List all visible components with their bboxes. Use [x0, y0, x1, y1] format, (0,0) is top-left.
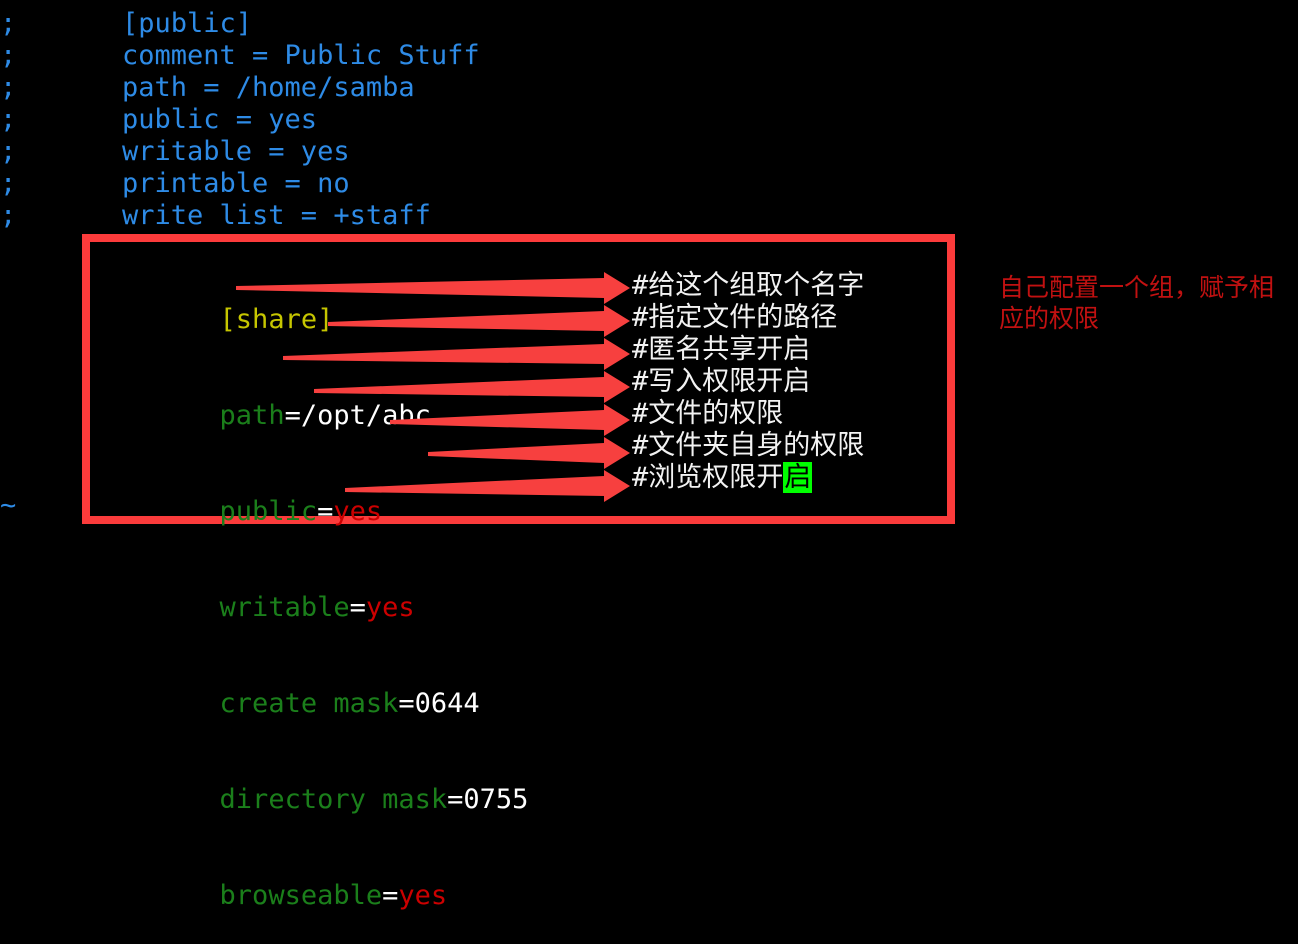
config-value: yes: [398, 880, 448, 911]
gutter-mark: ;: [0, 8, 17, 39]
config-line: writable = yes: [122, 136, 350, 167]
config-key: create mask: [219, 688, 399, 719]
hash-mark: #: [632, 398, 649, 429]
gutter-mark: ;: [0, 104, 17, 135]
gutter-mark: ;: [0, 72, 17, 103]
config-line: printable = no: [122, 168, 350, 199]
annotation-comment-text: 写入权限开启: [648, 366, 811, 397]
config-line: write list = +staff: [122, 200, 431, 231]
annotation-comment-text: 给这个组取个名字: [648, 270, 865, 301]
config-equals: =: [447, 784, 464, 815]
annotation-comment-text: 文件的权限: [648, 398, 784, 429]
annotation-comment: #写入权限开启: [632, 366, 864, 398]
config-equals: =: [349, 592, 366, 623]
config-value: yes: [333, 496, 383, 527]
gutter-mark: ;: [0, 200, 17, 231]
annotation-comment: #给这个组取个名字: [632, 270, 864, 302]
hash-mark: #: [632, 462, 649, 493]
side-note: 自己配置一个组，赋予相 应的权限: [999, 272, 1298, 334]
annotation-comment: #文件的权限: [632, 398, 864, 430]
gutter-mark: ;: [0, 168, 17, 199]
empty-line-marker: ~: [0, 490, 17, 521]
config-value: yes: [365, 592, 415, 623]
config-line-create-mask: create mask=0644: [122, 656, 528, 752]
annotation-comment-text: 指定文件的路径: [648, 302, 838, 333]
config-key: browseable: [219, 880, 383, 911]
config-value: 0755: [463, 784, 529, 815]
annotation-comment-text: 匿名共享开启: [648, 334, 811, 365]
config-key: public: [219, 496, 318, 527]
config-equals: =: [317, 496, 334, 527]
annotation-comment-text: 浏览权限开: [648, 462, 784, 493]
hash-mark: #: [632, 334, 649, 365]
annotation-comment-column: #给这个组取个名字 #指定文件的路径 #匿名共享开启 #写入权限开启 #文件的权…: [632, 270, 864, 494]
side-note-line: 应的权限: [999, 304, 1100, 333]
config-line: [public]: [122, 8, 253, 39]
config-value: /opt/abc: [300, 400, 431, 431]
hash-mark: #: [632, 270, 649, 301]
config-line: path = /home/samba: [122, 72, 415, 103]
config-line-share-section: [share]: [122, 272, 528, 368]
gutter-mark: ;: [0, 40, 17, 71]
commented-config-block: [public] comment = Public Stuff path = /…: [122, 8, 480, 232]
annotation-comment: #浏览权限开启: [632, 462, 864, 494]
config-line-writable: writable=yes: [122, 560, 528, 656]
config-line: comment = Public Stuff: [122, 40, 480, 71]
config-line-public: public=yes: [122, 464, 528, 560]
config-line-directory-mask: directory mask=0755: [122, 752, 529, 848]
terminal-screen: ; ; ; ; ; ; ; ~ [public] comment = Publi…: [0, 0, 1298, 911]
share-config-block: [share] path=/opt/abc public=yes writabl…: [122, 272, 529, 944]
side-note-line: 自己配置一个组，赋予相: [999, 273, 1275, 302]
text-cursor: 启: [783, 462, 813, 493]
hash-mark: #: [632, 430, 649, 461]
config-equals: =: [382, 880, 399, 911]
hash-mark: #: [632, 302, 649, 333]
gutter-mark: ;: [0, 136, 17, 167]
config-key: directory mask: [219, 784, 448, 815]
config-value: 0644: [414, 688, 480, 719]
config-equals: =: [398, 688, 415, 719]
annotation-comment: #文件夹自身的权限: [632, 430, 864, 462]
config-key: writable: [219, 592, 350, 623]
annotation-comment: #匿名共享开启: [632, 334, 864, 366]
config-line: public = yes: [122, 104, 318, 135]
config-line-path: path=/opt/abc: [122, 368, 528, 464]
section-header: [share]: [219, 304, 334, 335]
hash-mark: #: [632, 366, 649, 397]
annotation-comment: #指定文件的路径: [632, 302, 864, 334]
annotation-comment-text: 文件夹自身的权限: [648, 430, 865, 461]
config-line-browseable: browseable=yes: [122, 848, 528, 944]
config-key: path: [219, 400, 285, 431]
config-equals: =: [284, 400, 301, 431]
